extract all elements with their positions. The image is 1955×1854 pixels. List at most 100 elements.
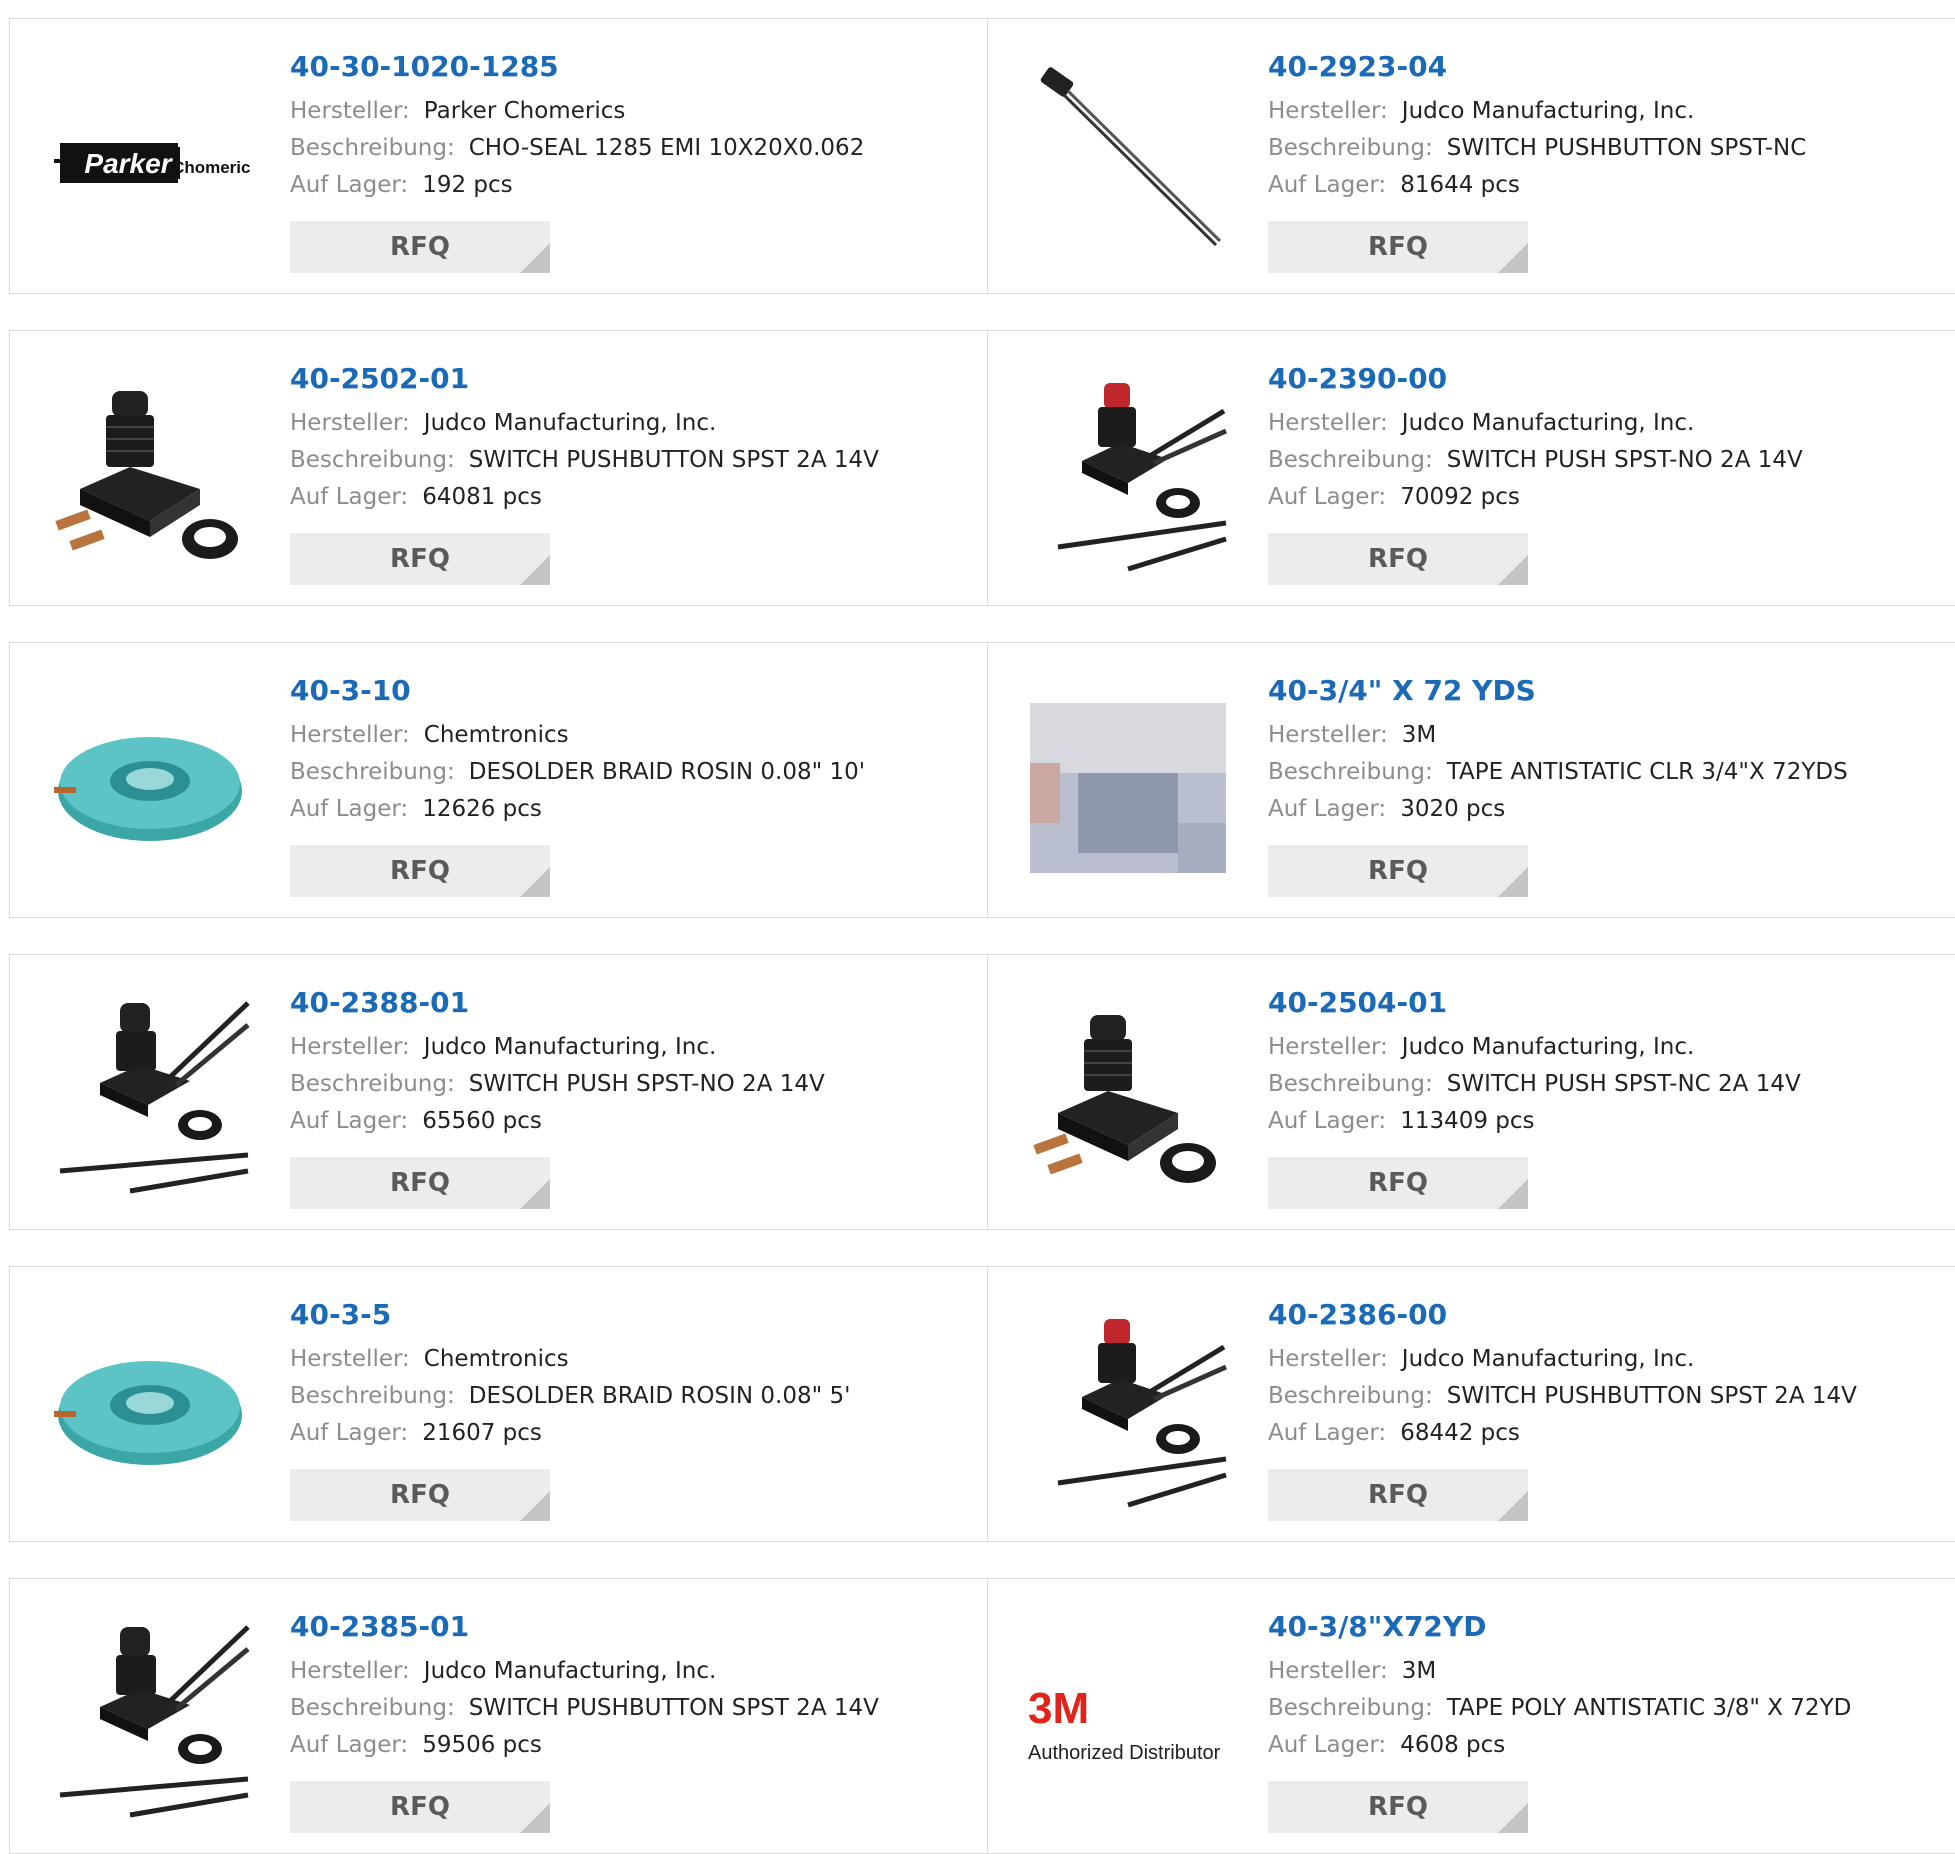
- description-row: Beschreibung: SWITCH PUSH SPST-NC 2A 14V: [1268, 1066, 1945, 1103]
- stock-label: Auf Lager:: [1268, 172, 1387, 198]
- rfq-button[interactable]: RFQ: [290, 845, 550, 897]
- rfq-label: RFQ: [1368, 1792, 1428, 1822]
- manufacturer-row: Hersteller: Chemtronics: [290, 1341, 967, 1378]
- description-label: Beschreibung:: [290, 447, 455, 473]
- rfq-button[interactable]: RFQ: [1268, 845, 1528, 897]
- part-number-link[interactable]: 40-2923-04: [1268, 49, 1945, 85]
- description-value: TAPE POLY ANTISTATIC 3/8" X 72YD: [1446, 1695, 1852, 1721]
- product-card-12: 3M Authorized Distributor 40-3/8"X72YD He…: [987, 1578, 1955, 1854]
- rfq-button[interactable]: RFQ: [1268, 1781, 1528, 1833]
- manufacturer-value: Chemtronics: [423, 722, 569, 748]
- manufacturer-value: Chemtronics: [423, 1346, 569, 1372]
- part-number-link[interactable]: 40-3/4" X 72 YDS: [1268, 673, 1945, 709]
- manufacturer-row: Hersteller: Judco Manufacturing, Inc.: [290, 405, 967, 442]
- stock-row: Auf Lager: 64081 pcs: [290, 479, 967, 516]
- part-number-link[interactable]: 40-2386-00: [1268, 1297, 1945, 1333]
- stock-row: Auf Lager: 59506 pcs: [290, 1727, 967, 1764]
- rfq-button[interactable]: RFQ: [290, 533, 550, 585]
- description-value: SWITCH PUSH SPST-NO 2A 14V: [1446, 447, 1803, 473]
- part-number-link[interactable]: 40-2390-00: [1268, 361, 1945, 397]
- rfq-label: RFQ: [1368, 1168, 1428, 1198]
- corner-triangle-icon: [520, 867, 550, 897]
- stock-row: Auf Lager: 113409 pcs: [1268, 1103, 1945, 1140]
- rfq-button[interactable]: RFQ: [1268, 221, 1528, 273]
- description-value: SWITCH PUSH SPST-NO 2A 14V: [468, 1071, 825, 1097]
- part-number-link[interactable]: 40-3-10: [290, 673, 967, 709]
- manufacturer-row: Hersteller: Judco Manufacturing, Inc.: [290, 1653, 967, 1690]
- rfq-label: RFQ: [390, 544, 450, 574]
- part-number-link[interactable]: 40-30-1020-1285: [290, 49, 967, 85]
- manufacturer-label: Hersteller:: [1268, 98, 1388, 124]
- rfq-label: RFQ: [1368, 232, 1428, 262]
- antistatic-tape-image[interactable]: [1028, 683, 1228, 883]
- manufacturer-value: 3M: [1401, 1658, 1437, 1684]
- stock-value: 59506 pcs: [422, 1732, 542, 1758]
- manufacturer-label: Hersteller:: [290, 98, 410, 124]
- stock-label: Auf Lager:: [1268, 1420, 1387, 1446]
- desolder-braid-image[interactable]: [50, 683, 250, 883]
- pushbutton-tabs-image[interactable]: [50, 371, 250, 571]
- part-number-link[interactable]: 40-2385-01: [290, 1609, 967, 1645]
- description-label: Beschreibung:: [1268, 1071, 1433, 1097]
- description-value: TAPE ANTISTATIC CLR 3/4"X 72YDS: [1446, 759, 1848, 785]
- manufacturer-value: Judco Manufacturing, Inc.: [1401, 1346, 1695, 1372]
- description-label: Beschreibung:: [1268, 1695, 1433, 1721]
- manufacturer-row: Hersteller: Judco Manufacturing, Inc.: [1268, 405, 1945, 442]
- description-value: SWITCH PUSHBUTTON SPST 2A 14V: [1446, 1383, 1857, 1409]
- rfq-button[interactable]: RFQ: [290, 1781, 550, 1833]
- rfq-label: RFQ: [390, 1168, 450, 1198]
- 3m-logo-sub: Authorized Distributor: [1028, 1742, 1221, 1764]
- description-row: Beschreibung: CHO-SEAL 1285 EMI 10X20X0.0…: [290, 130, 967, 167]
- product-info: 40-2504-01 Hersteller: Judco Manufacturin…: [1268, 985, 1945, 1140]
- stock-label: Auf Lager:: [290, 796, 409, 822]
- manufacturer-row: Hersteller: Parker Chomerics: [290, 93, 967, 130]
- pushbutton-black-wires-image[interactable]: [50, 1619, 250, 1819]
- desolder-braid-image[interactable]: [50, 1307, 250, 1507]
- corner-triangle-icon: [1498, 1179, 1528, 1209]
- product-info: 40-3/4" X 72 YDS Hersteller: 3M Beschreib…: [1268, 673, 1945, 828]
- description-label: Beschreibung:: [290, 1071, 455, 1097]
- stock-value: 192 pcs: [422, 172, 513, 198]
- stock-value: 12626 pcs: [422, 796, 542, 822]
- pushbutton-red-wires-image[interactable]: [1028, 371, 1228, 571]
- description-row: Beschreibung: DESOLDER BRAID ROSIN 0.08" …: [290, 1378, 967, 1415]
- parker-chomerics-logo[interactable]: ParkerChomerics: [50, 59, 250, 259]
- part-number-link[interactable]: 40-3-5: [290, 1297, 967, 1333]
- rfq-button[interactable]: RFQ: [290, 221, 550, 273]
- stock-row: Auf Lager: 65560 pcs: [290, 1103, 967, 1140]
- manufacturer-label: Hersteller:: [290, 1034, 410, 1060]
- description-value: SWITCH PUSH SPST-NC 2A 14V: [1446, 1071, 1801, 1097]
- product-card-4: 40-2390-00 Hersteller: Judco Manufacturin…: [987, 330, 1955, 606]
- rfq-label: RFQ: [1368, 1480, 1428, 1510]
- part-number-link[interactable]: 40-2504-01: [1268, 985, 1945, 1021]
- manufacturer-label: Hersteller:: [1268, 410, 1388, 436]
- corner-triangle-icon: [1498, 867, 1528, 897]
- part-number-link[interactable]: 40-2388-01: [290, 985, 967, 1021]
- pushbutton-tabs-image[interactable]: [1028, 995, 1228, 1195]
- stock-value: 21607 pcs: [422, 1420, 542, 1446]
- rfq-button[interactable]: RFQ: [1268, 1469, 1528, 1521]
- manufacturer-label: Hersteller:: [1268, 1658, 1388, 1684]
- wire-lead-switch-image[interactable]: [1028, 59, 1228, 259]
- rfq-button[interactable]: RFQ: [1268, 533, 1528, 585]
- corner-triangle-icon: [520, 1179, 550, 1209]
- manufacturer-row: Hersteller: Judco Manufacturing, Inc.: [1268, 1341, 1945, 1378]
- part-number-link[interactable]: 40-3/8"X72YD: [1268, 1609, 1945, 1645]
- rfq-button[interactable]: RFQ: [290, 1469, 550, 1521]
- parker-logo-sub: Chomerics: [172, 158, 250, 177]
- rfq-button[interactable]: RFQ: [1268, 1157, 1528, 1209]
- rfq-button[interactable]: RFQ: [290, 1157, 550, 1209]
- part-number-link[interactable]: 40-2502-01: [290, 361, 967, 397]
- stock-value: 64081 pcs: [422, 484, 542, 510]
- stock-label: Auf Lager:: [290, 1108, 409, 1134]
- description-row: Beschreibung: DESOLDER BRAID ROSIN 0.08" …: [290, 754, 967, 791]
- stock-row: Auf Lager: 3020 pcs: [1268, 791, 1945, 828]
- corner-triangle-icon: [520, 243, 550, 273]
- corner-triangle-icon: [1498, 1491, 1528, 1521]
- product-card-10: 40-2386-00 Hersteller: Judco Manufacturin…: [987, 1266, 1955, 1542]
- 3m-authorized-distributor-logo[interactable]: 3M Authorized Distributor: [1028, 1619, 1228, 1819]
- manufacturer-label: Hersteller:: [290, 722, 410, 748]
- pushbutton-red-wires-image[interactable]: [1028, 1307, 1228, 1507]
- corner-triangle-icon: [520, 1491, 550, 1521]
- pushbutton-black-wires-image[interactable]: [50, 995, 250, 1195]
